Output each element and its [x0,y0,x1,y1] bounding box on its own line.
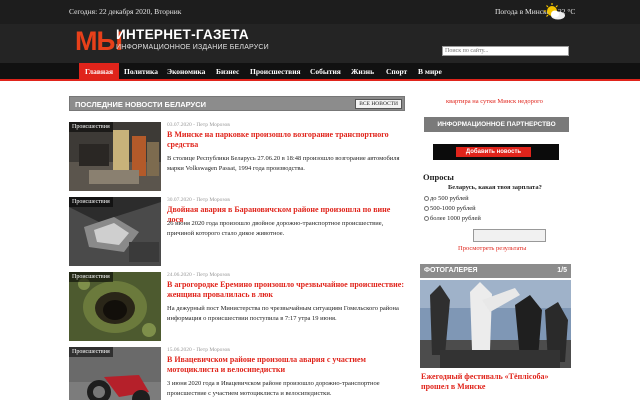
news-excerpt: 3 июня 2020 года в Ивацевичском районе п… [167,380,380,397]
poll-option[interactable]: более 1000 рублей [424,215,481,222]
category-label: Происшествия [69,347,113,357]
news-meta: 30.07.2020 - Петр Морозов [167,197,230,203]
news-thumbnail[interactable]: Происшествия [69,347,161,400]
news-item: Происшествия 03.07.2020 - Петр Морозов В… [69,122,405,192]
news-headline[interactable]: В Ивацевичском районе произошла авария с… [167,355,405,375]
news-thumbnail[interactable]: Происшествия [69,272,161,341]
site-header: МЫ ИНТЕРНЕТ-ГАЗЕТА ИНФОРМАЦИОННОЕ ИЗДАНИ… [0,24,640,63]
news-meta: 24.06.2020 - Петр Морозов [167,272,230,278]
poll-option-label: 500-1000 рублей [430,205,476,212]
gallery-title: ФОТОГАЛЕРЕЯ [424,267,478,274]
news-headline[interactable]: В агрогородке Еремино произошло чрезвыча… [167,280,405,300]
news-excerpt: В столице Республики Беларусь 27.06.20 в… [167,155,400,172]
vote-button[interactable] [473,229,546,242]
radio-icon[interactable] [424,206,429,212]
add-news-button[interactable]: Добавить новость [456,147,531,157]
top-bar: Сегодня: 22 декабря 2020, Вторник Погода… [0,0,640,24]
nav-item-business[interactable]: Бизнес [210,63,245,79]
poll-option-label: более 1000 рублей [430,215,481,222]
news-excerpt: 26 июня 2020 года произошло двойное доро… [167,220,384,237]
nav-item-home[interactable]: Главная [79,63,120,79]
news-thumbnail[interactable]: Происшествия [69,197,161,266]
gallery-image[interactable] [420,280,571,368]
nav-item-economy[interactable]: Экономика [161,63,211,79]
section-title: ПОСЛЕДНИЕ НОВОСТИ БЕЛАРУСИ [75,100,207,109]
nav-item-world[interactable]: В мире [412,63,448,79]
logo-mark[interactable]: МЫ [75,27,123,55]
news-meta: 15.06.2020 - Петр Морозов [167,347,230,353]
radio-icon[interactable] [424,216,429,222]
news-thumbnail[interactable]: Происшествия [69,122,161,191]
logo-title[interactable]: ИНТЕРНЕТ-ГАЗЕТА [116,27,249,42]
radio-icon[interactable] [424,196,429,202]
all-news-button[interactable]: ВСЕ НОВОСТИ [355,99,402,109]
nav-item-politics[interactable]: Политика [118,63,164,79]
search-input[interactable] [442,46,569,56]
news-meta: 03.07.2020 - Петр Морозов [167,122,230,128]
logo-subtitle: ИНФОРМАЦИОННОЕ ИЗДАНИЕ БЕЛАРУСИ [116,44,269,51]
poll-results-link[interactable]: Просмотреть результаты [458,245,526,252]
poll-option[interactable]: до 500 рублей [424,195,469,202]
news-headline[interactable]: В Минске на парковке произошло возгорани… [167,130,405,150]
latest-news-header: ПОСЛЕДНИЕ НОВОСТИ БЕЛАРУСИ ВСЕ НОВОСТИ [69,96,405,111]
partly-cloudy-icon [544,3,565,20]
poll-question: Беларусь, какая твоя зарплата? [448,184,542,191]
gallery-counter[interactable]: 1/5 [557,267,567,274]
poll-option[interactable]: 500-1000 рублей [424,205,476,212]
gallery-header: ФОТОГАЛЕРЕЯ 1/5 [420,264,571,278]
news-excerpt: На дежурный пост Министерства по чрезвыч… [167,305,399,322]
news-item: Происшествия 30.07.2020 - Петр Морозов Д… [69,197,405,267]
nav-divider [0,79,640,81]
partner-banner[interactable]: ИНФОРМАЦИОННОЕ ПАРТНЕРСТВО [424,117,569,132]
gallery-caption[interactable]: Ежегодный фестиваль «Тёплiсоба» прошел в… [421,372,571,392]
nav-item-sport[interactable]: Спорт [380,63,413,79]
nav-item-life[interactable]: Жизнь [345,63,380,79]
news-item: Происшествия 24.06.2020 - Петр Морозов В… [69,272,405,342]
nav-item-incidents[interactable]: Происшествия [244,63,307,79]
main-nav: Главная Политика Экономика Бизнес Происш… [0,63,640,81]
nav-item-events[interactable]: События [304,63,347,79]
category-label: Происшествия [69,197,113,207]
news-item: Происшествия 15.06.2020 - Петр Морозов В… [69,347,405,400]
current-date: Сегодня: 22 декабря 2020, Вторник [69,7,182,16]
sidebar-ad-link[interactable]: квартира на сутки Минск недорого [446,98,543,105]
category-label: Происшествия [69,272,113,282]
poll-option-label: до 500 рублей [430,195,469,202]
poll-title: Опросы [423,172,454,182]
category-label: Происшествия [69,122,113,132]
